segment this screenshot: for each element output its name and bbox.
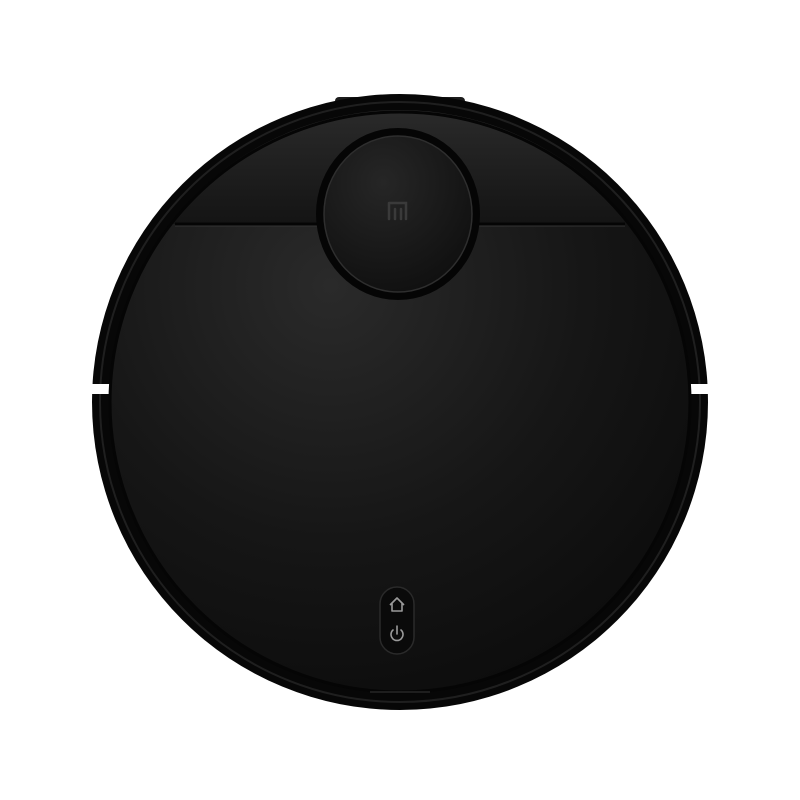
right-bumper-gap [688,384,712,394]
control-panel [379,586,415,655]
power-button[interactable] [382,620,412,650]
laser-turret [316,128,480,300]
left-bumper-gap [88,384,112,394]
robot-vacuum-illustration [88,94,712,710]
home-button[interactable] [382,589,412,619]
